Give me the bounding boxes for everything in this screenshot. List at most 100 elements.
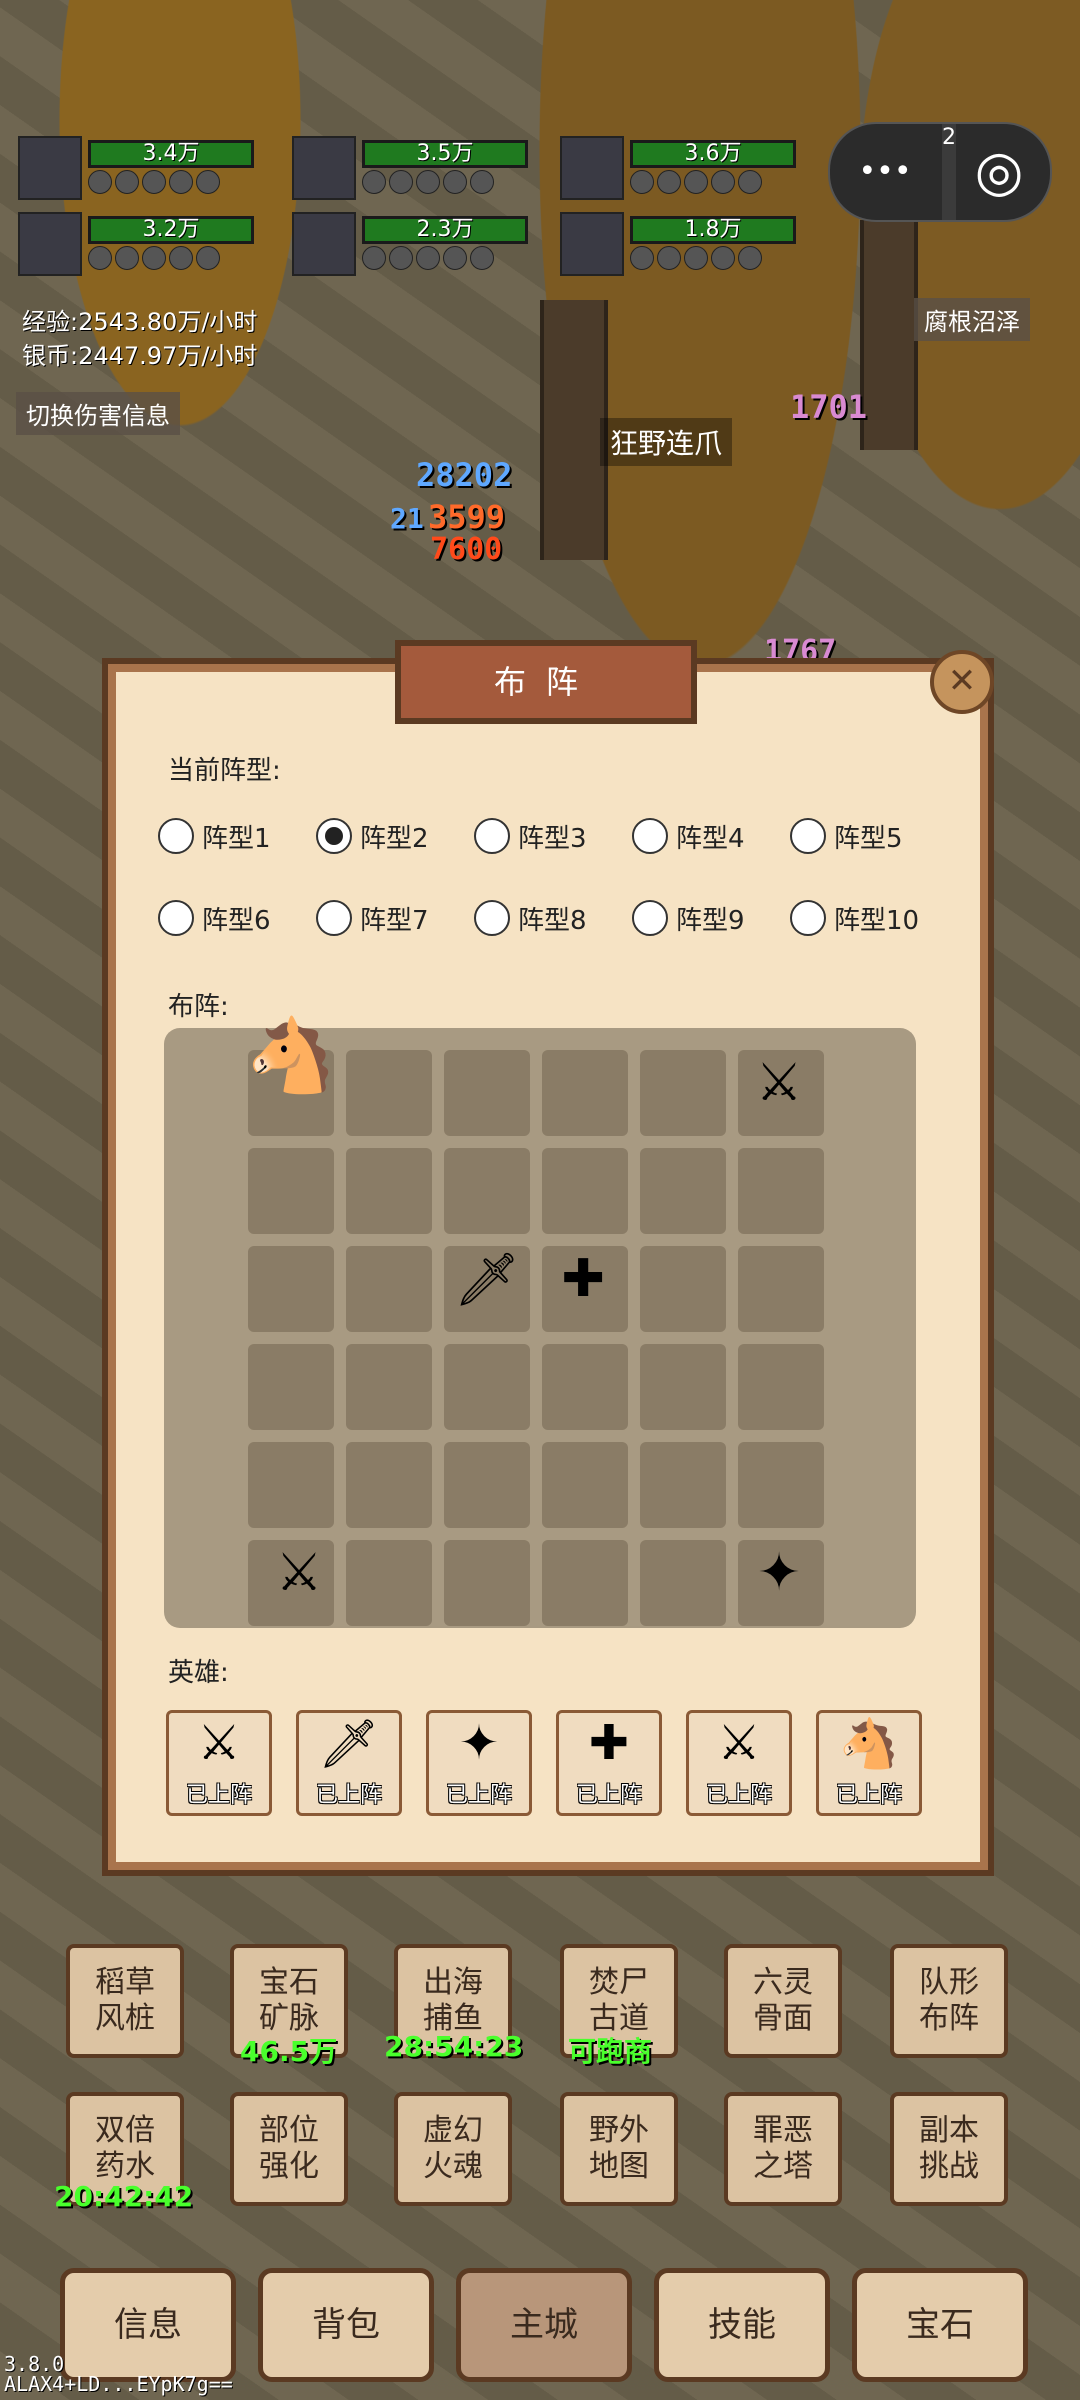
button-label: 出海捕鱼: [423, 1965, 483, 2036]
formation-option-3[interactable]: 阵型3: [474, 814, 587, 858]
grid-cell[interactable]: [444, 1540, 530, 1626]
grid-cell[interactable]: [248, 1246, 334, 1332]
version-number: 3.8.0: [4, 2352, 65, 2376]
button-label: 副本挑战: [919, 2113, 979, 2184]
grid-cell[interactable]: [346, 1344, 432, 1430]
radio-icon: [474, 818, 510, 854]
formation-option-2[interactable]: 阵型2: [316, 814, 429, 858]
grid-cell[interactable]: [248, 1148, 334, 1234]
wild-map-button[interactable]: 野外地图: [560, 2092, 678, 2206]
crossed-swords-icon[interactable]: ✕: [930, 650, 994, 714]
hero-slot-2[interactable]: 🗡 已上阵: [296, 1710, 402, 1816]
nav-bag[interactable]: 背包: [258, 2268, 434, 2382]
radio-icon: [632, 818, 668, 854]
formation-option-5[interactable]: 阵型5: [790, 814, 903, 858]
current-formation-label: 当前阵型:: [168, 756, 281, 786]
formation-option-9[interactable]: 阵型9: [632, 896, 745, 940]
hero-status: 已上阵: [315, 1783, 382, 1808]
hero-portrait: [18, 136, 82, 200]
grid-cell[interactable]: [542, 1540, 628, 1626]
formation-label: 阵型10: [834, 905, 920, 936]
formation-option-6[interactable]: 阵型6: [158, 896, 271, 940]
switch-damage-button[interactable]: 切换伤害信息: [16, 392, 180, 435]
cavalry-knight-unit[interactable]: 🐴: [246, 1012, 336, 1098]
grid-cell[interactable]: [346, 1540, 432, 1626]
grid-cell[interactable]: [444, 1050, 530, 1136]
formation-option-8[interactable]: 阵型8: [474, 896, 587, 940]
six-spirit-button[interactable]: 六灵骨面: [724, 1944, 842, 2058]
grid-cell[interactable]: [640, 1344, 726, 1430]
formation-label: 阵型5: [834, 823, 903, 854]
grid-cell[interactable]: [542, 1050, 628, 1136]
formation-label: 阵型1: [202, 823, 271, 854]
grid-cell[interactable]: [248, 1442, 334, 1528]
hero-status: 已上阵: [705, 1783, 772, 1808]
grid-cell[interactable]: [640, 1050, 726, 1136]
grid-cell[interactable]: [640, 1540, 726, 1626]
more-menu-button[interactable]: •••: [840, 124, 930, 220]
priest-unit[interactable]: ✚: [540, 1236, 626, 1322]
grid-cell[interactable]: [640, 1442, 726, 1528]
silver-rate: 银币:2447.97万/小时: [22, 342, 258, 370]
grid-cell[interactable]: [640, 1246, 726, 1332]
buff-icons: [630, 246, 800, 270]
party-member-5[interactable]: 2.3万: [292, 212, 532, 308]
hero-portrait: [560, 212, 624, 276]
hero-portrait: [18, 212, 82, 276]
straw-dummy-button[interactable]: 稻草风桩: [66, 1944, 184, 2058]
formation-button[interactable]: 队形布阵: [890, 1944, 1008, 2058]
nav-gems[interactable]: 宝石: [852, 2268, 1028, 2382]
buff-icons: [362, 246, 532, 270]
hero-slot-1[interactable]: ⚔ 已上阵: [166, 1710, 272, 1816]
armored-knight-unit[interactable]: ⚔: [736, 1040, 822, 1126]
mage-unit[interactable]: ✦: [736, 1530, 822, 1616]
ranger-unit[interactable]: 🗡: [444, 1236, 530, 1322]
grid-cell[interactable]: [542, 1344, 628, 1430]
grid-cell[interactable]: [738, 1246, 824, 1332]
layout-label: 布阵:: [168, 992, 229, 1022]
grid-cell[interactable]: [444, 1148, 530, 1234]
formation-label: 阵型7: [360, 905, 429, 936]
hero-slot-3[interactable]: ✦ 已上阵: [426, 1710, 532, 1816]
grid-cell[interactable]: [248, 1344, 334, 1430]
formation-option-7[interactable]: 阵型7: [316, 896, 429, 940]
phantom-soul-button[interactable]: 虚幻火魂: [394, 2092, 512, 2206]
swordswoman-unit[interactable]: ⚔: [256, 1530, 342, 1616]
button-label: 虚幻火魂: [423, 2113, 483, 2184]
party-member-4[interactable]: 3.2万: [18, 212, 258, 308]
formation-option-4[interactable]: 阵型4: [632, 814, 745, 858]
hero-power: 3.6万: [630, 140, 796, 168]
grid-cell[interactable]: [738, 1344, 824, 1430]
formation-option-1[interactable]: 阵型1: [158, 814, 271, 858]
build-id: ALAX4+LD...EYpK7g==: [4, 2372, 233, 2396]
radio-icon: [474, 900, 510, 936]
hero-slot-5[interactable]: ⚔ 已上阵: [686, 1710, 792, 1816]
grid-cell[interactable]: [738, 1442, 824, 1528]
grid-cell[interactable]: [346, 1050, 432, 1136]
party-member-6[interactable]: 1.8万: [560, 212, 800, 308]
hero-slot-6[interactable]: 🐴 已上阵: [816, 1710, 922, 1816]
part-enhance-button[interactable]: 部位强化: [230, 2092, 348, 2206]
formation-label: 阵型2: [360, 823, 429, 854]
nav-main-city[interactable]: 主城: [456, 2268, 632, 2382]
grid-cell[interactable]: [542, 1442, 628, 1528]
grid-cell[interactable]: [542, 1148, 628, 1234]
grid-cell[interactable]: [444, 1442, 530, 1528]
formation-label: 阵型4: [676, 823, 745, 854]
version-info: 3.8.0 ALAX4+LD...EYpK7g==: [4, 2354, 233, 2394]
grid-cell[interactable]: [346, 1246, 432, 1332]
nav-skills[interactable]: 技能: [654, 2268, 830, 2382]
sin-tower-button[interactable]: 罪恶之塔: [724, 2092, 842, 2206]
dungeon-button[interactable]: 副本挑战: [890, 2092, 1008, 2206]
exp-rate: 经验:2543.80万/小时: [22, 308, 258, 336]
grid-cell[interactable]: [640, 1148, 726, 1234]
grid-cell[interactable]: [346, 1442, 432, 1528]
formation-option-10[interactable]: 阵型10: [790, 896, 919, 940]
mage-icon: ✦: [458, 1715, 500, 1771]
grid-cell[interactable]: [346, 1148, 432, 1234]
hero-slot-4[interactable]: ✚ 已上阵: [556, 1710, 662, 1816]
grid-cell[interactable]: [444, 1344, 530, 1430]
grid-cell[interactable]: [738, 1148, 824, 1234]
hero-power: 1.8万: [630, 216, 796, 244]
close-miniprogram-button[interactable]: ◎: [956, 124, 1042, 220]
